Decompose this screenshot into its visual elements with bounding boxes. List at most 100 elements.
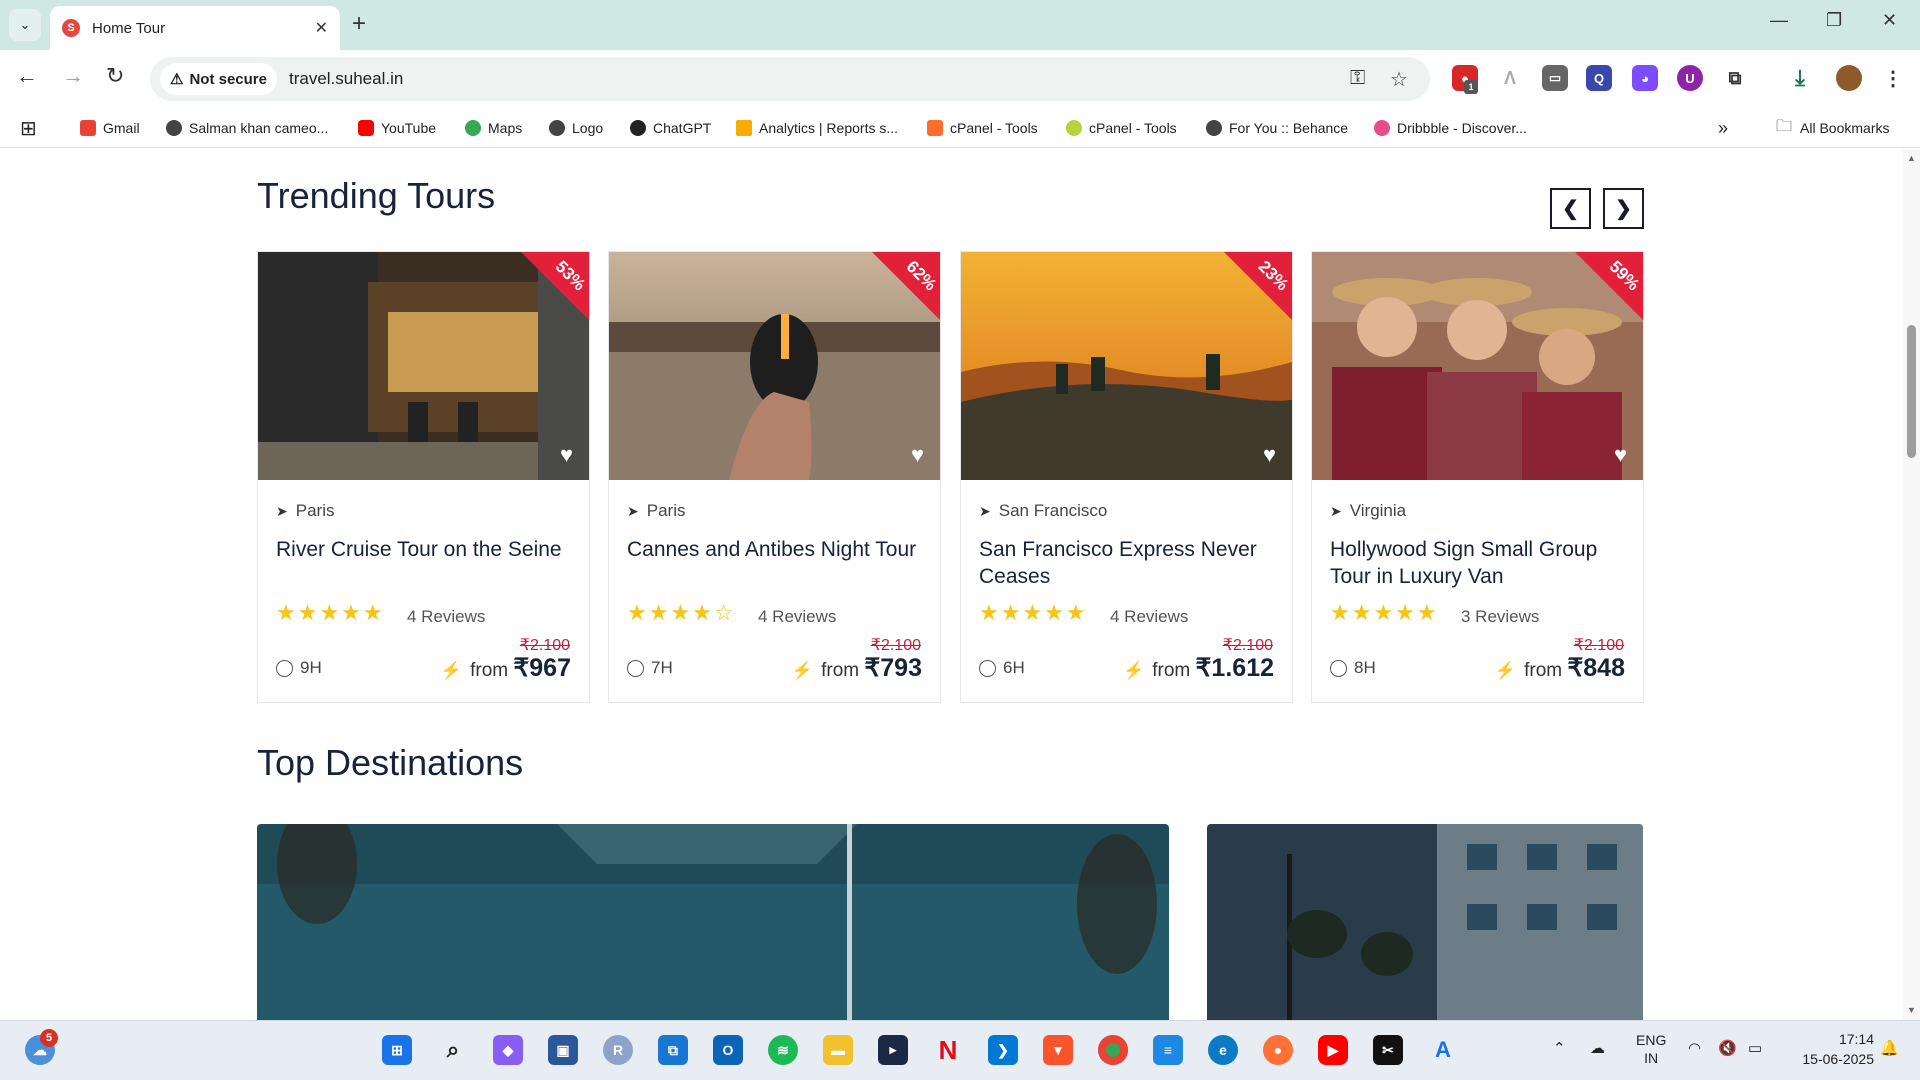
download-icon[interactable]: ⤓ [1787,65,1813,91]
carousel-next-button[interactable]: ❯ [1603,188,1644,229]
heart-icon[interactable]: ♥ [1614,442,1627,468]
not-secure-label: Not secure [189,70,267,88]
extension-a-icon[interactable]: Λ [1497,65,1523,91]
tour-card[interactable]: 23% ♥ ➤ San Francisco San Francisco Expre… [960,251,1293,703]
web-page: Trending Tours ❮ ❯ 53% ♥ ➤ Paris River Cr… [0,149,1920,1020]
bookmark-analytics[interactable]: Analytics | Reports s... [736,116,898,140]
tour-duration: 7H [627,658,673,678]
tour-image[interactable]: 53% ♥ [258,252,589,480]
onedrive-icon[interactable]: ☁ [1590,1039,1605,1057]
bookmark-maps[interactable]: Maps [465,116,522,140]
browser-menu-icon[interactable]: ⋮ [1880,65,1906,91]
app-icon[interactable]: ▣ [548,1035,578,1065]
page-scrollbar[interactable]: ▲ ▼ [1903,149,1920,1020]
bookmark-gmail[interactable]: Gmail [80,116,140,140]
forward-arrow-icon[interactable]: → [62,64,84,88]
heart-icon[interactable]: ♥ [911,442,924,468]
restore-button[interactable]: ❐ [1826,10,1842,31]
heart-icon[interactable]: ♥ [560,442,573,468]
bookmark-salman[interactable]: Salman khan cameo... [166,116,328,140]
tour-title[interactable]: San Francisco Express Never Ceases [979,536,1279,590]
tour-card[interactable]: 53% ♥ ➤ Paris River Cruise Tour on the Se… [257,251,590,703]
globe-icon [549,120,565,136]
bookmark-cpanel-1[interactable]: cPanel - Tools [927,116,1038,140]
extensions-puzzle-icon[interactable]: ⧉ [1722,65,1748,91]
remote-desktop-icon[interactable]: ⧉ [658,1035,688,1065]
tab-search-button[interactable]: ⌄ [9,9,41,41]
file-explorer-icon[interactable]: ▬ [823,1035,853,1065]
scroll-down-icon[interactable]: ▼ [1907,1005,1916,1015]
bookmark-star-icon[interactable]: ☆ [1390,67,1408,92]
minimize-button[interactable]: — [1770,10,1788,31]
reload-icon[interactable]: ↻ [106,64,124,88]
weather-badge: 5 [40,1029,58,1047]
notifications-icon[interactable]: 🔔 [1880,1039,1899,1057]
profile-avatar[interactable] [1836,65,1862,91]
translate-icon[interactable]: A [1428,1035,1458,1065]
netflix-icon[interactable]: N [933,1035,963,1065]
extension-search-icon[interactable]: Q [1586,65,1612,91]
battery-icon[interactable]: ▭ [1748,1039,1762,1057]
extension-chat-icon[interactable]: ◕ [1632,65,1658,91]
omnibox[interactable]: ⚠ Not secure travel.suheal.in ⚿ ☆ [150,57,1430,101]
key-icon[interactable]: ⚿ [1350,67,1365,90]
system-clock[interactable]: 17:14 15-06-2025 [1786,1029,1874,1069]
youtube-app-icon[interactable]: ▶ [1318,1035,1348,1065]
bolt-icon: ⚡ [440,661,463,680]
bookmark-cpanel-2[interactable]: cPanel - Tools [1066,116,1177,140]
back-arrow-icon[interactable]: ← [16,64,38,88]
speaker-muted-icon[interactable]: 🔇 [1718,1039,1737,1057]
security-chip[interactable]: ⚠ Not secure [160,63,277,95]
bookmark-behance[interactable]: For You :: Behance [1206,116,1348,140]
all-bookmarks-button[interactable]: 🗀 All Bookmarks [1776,116,1889,140]
prime-video-icon[interactable]: ▶ [878,1035,908,1065]
destination-photo-street [1207,824,1643,1020]
capcut-icon[interactable]: ✂ [1373,1035,1403,1065]
wifi-icon[interactable]: ◠ [1688,1039,1701,1057]
tour-title[interactable]: Hollywood Sign Small Group Tour in Luxur… [1330,536,1630,590]
tour-image[interactable]: 62% ♥ [609,252,940,480]
chrome-icon[interactable] [1098,1035,1128,1065]
bookmark-chatgpt[interactable]: ChatGPT [630,116,711,140]
brave-icon[interactable]: ▼ [1043,1035,1073,1065]
carousel-prev-button[interactable]: ❮ [1550,188,1591,229]
windows-start-icon[interactable]: ⊞ [382,1035,412,1065]
notepad-icon[interactable]: ≡ [1153,1035,1183,1065]
language-indicator[interactable]: ENG IN [1636,1031,1666,1067]
bookmark-dribbble[interactable]: Dribbble - Discover... [1374,116,1527,140]
more-bookmarks-icon[interactable]: » [1718,116,1728,140]
close-tab-icon[interactable]: ✕ [315,18,328,38]
url-text[interactable]: travel.suheal.in [289,69,403,89]
tray-chevron-up-icon[interactable]: ⌃ [1553,1039,1566,1057]
outlook-icon[interactable]: O [713,1035,743,1065]
tour-title[interactable]: Cannes and Antibes Night Tour [627,536,927,563]
bookmark-youtube[interactable]: YouTube [358,116,436,140]
spotify-icon[interactable]: ≋ [768,1035,798,1065]
scroll-thumb[interactable] [1907,325,1916,458]
tour-title[interactable]: River Cruise Tour on the Seine [276,536,576,563]
tour-image[interactable]: 59% ♥ [1312,252,1643,480]
scroll-up-icon[interactable]: ▲ [1907,153,1916,163]
search-icon[interactable]: ⌕ [438,1035,468,1065]
tour-card[interactable]: 59% ♥ ➤ Virginia Hollywood Sign Small Gro… [1311,251,1644,703]
tour-image[interactable]: 23% ♥ [961,252,1292,480]
extension-shield-icon[interactable]: U [1677,65,1703,91]
tour-card[interactable]: 62% ♥ ➤ Paris Cannes and Antibes Night To… [608,251,941,703]
edge-icon[interactable]: e [1208,1035,1238,1065]
vscode-icon[interactable]: ❯ [988,1035,1018,1065]
firefox-icon[interactable]: ● [1263,1035,1293,1065]
apps-grid-icon[interactable]: ⊞ [20,116,37,140]
extension-window-icon[interactable]: ▭ [1542,65,1568,91]
copilot-icon[interactable]: ◆ [493,1035,523,1065]
tab-home-tour[interactable]: S Home Tour ✕ [50,6,340,50]
new-tab-button[interactable]: + [352,12,366,36]
trending-tours-heading: Trending Tours [257,175,496,216]
r-app-icon[interactable]: R [603,1035,633,1065]
cpanel-icon [927,120,943,136]
clock-icon [1330,659,1347,677]
bookmark-logo[interactable]: Logo [549,116,603,140]
destination-card-large[interactable] [257,824,1169,1020]
close-window-button[interactable]: ✕ [1882,10,1897,31]
heart-icon[interactable]: ♥ [1263,442,1276,468]
destination-card-small[interactable] [1207,824,1643,1020]
